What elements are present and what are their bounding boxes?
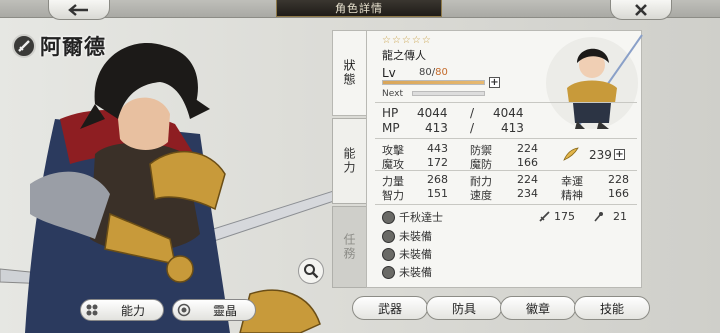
mp-slash: / bbox=[470, 121, 475, 135]
level-bar-fill bbox=[383, 81, 484, 84]
tab-ability-label: 能力 bbox=[342, 147, 356, 175]
stat-value: 166 bbox=[517, 156, 538, 169]
level-bar bbox=[382, 80, 485, 85]
skill-icon bbox=[382, 265, 395, 279]
hp-slash: / bbox=[470, 106, 475, 120]
feather-plus-button[interactable]: + bbox=[614, 149, 625, 160]
hp-row: HP 4044 / 4044 bbox=[382, 106, 542, 120]
ability-button[interactable]: 能力 bbox=[80, 299, 164, 321]
tab-ability[interactable]: 能力 bbox=[332, 118, 366, 204]
equip-slot-weapon[interactable]: 千秋達士 bbox=[382, 209, 443, 225]
page-title: 角色詳情 bbox=[276, 0, 442, 17]
tab-quest-label: 任務 bbox=[342, 233, 356, 261]
level-up-button[interactable]: + bbox=[489, 77, 500, 88]
weapon-button[interactable]: 武器 bbox=[352, 296, 428, 320]
level-value: 80/80 bbox=[419, 67, 448, 78]
chibi-sprite bbox=[546, 34, 643, 129]
arrow-left-icon bbox=[68, 3, 88, 16]
ability-icon bbox=[81, 299, 103, 321]
mp-row: MP 413 / 413 bbox=[382, 121, 542, 135]
back-button[interactable] bbox=[48, 0, 110, 20]
equip-name: 千秋達士 bbox=[399, 211, 443, 224]
equip-name: 未裝備 bbox=[399, 230, 432, 243]
hp-label: HP bbox=[382, 106, 399, 120]
next-label: Next bbox=[382, 89, 403, 99]
stat-value: 172 bbox=[427, 156, 448, 169]
stat-label: 智力 bbox=[382, 189, 404, 202]
stat-value: 443 bbox=[427, 142, 448, 155]
divider bbox=[375, 204, 637, 205]
stat-value: 166 bbox=[608, 187, 629, 200]
stat-label: 精神 bbox=[561, 189, 583, 202]
ability-button-label: 能力 bbox=[120, 303, 145, 318]
stat-value: 228 bbox=[608, 173, 629, 186]
stat-value: 224 bbox=[517, 142, 538, 155]
spirit-crystal-icon bbox=[173, 299, 195, 321]
spirit-button-label: 靈晶 bbox=[212, 303, 237, 318]
badge-button[interactable]: 徽章 bbox=[500, 296, 576, 320]
feather-icon bbox=[563, 147, 579, 161]
stat-value: 224 bbox=[517, 173, 538, 186]
equip-name: 未裝備 bbox=[399, 248, 432, 261]
hp-max: 4044 bbox=[493, 106, 524, 120]
sword-icon bbox=[382, 210, 395, 224]
tab-status[interactable]: 狀態 bbox=[332, 30, 366, 116]
character-artwork bbox=[0, 43, 340, 333]
level-label: Lv bbox=[382, 66, 396, 80]
mp-label: MP bbox=[382, 121, 400, 135]
stat-value: 151 bbox=[427, 187, 448, 200]
stat-value: 234 bbox=[517, 187, 538, 200]
stat-label: 速度 bbox=[470, 189, 492, 202]
next-exp-bar bbox=[412, 91, 485, 96]
hp-current: 4044 bbox=[417, 106, 448, 120]
stat-value: 268 bbox=[427, 173, 448, 186]
mp-current: 413 bbox=[425, 121, 448, 135]
feather-value: 239 bbox=[589, 148, 612, 162]
badge-icon bbox=[382, 247, 395, 261]
magnifier-icon bbox=[304, 264, 319, 279]
zoom-button[interactable] bbox=[298, 258, 324, 284]
sword-class-icon bbox=[12, 34, 36, 58]
divider bbox=[375, 138, 637, 139]
rarity-stars: ☆☆☆☆☆ bbox=[382, 35, 432, 46]
armor-button[interactable]: 防具 bbox=[426, 296, 502, 320]
magic-staff-icon bbox=[594, 212, 603, 222]
spirit-button[interactable]: 靈晶 bbox=[172, 299, 256, 321]
equip-slot-armor[interactable]: 未裝備 bbox=[382, 228, 432, 244]
equip-name: 未裝備 bbox=[399, 266, 432, 279]
character-name-text: 阿爾德 bbox=[40, 34, 106, 59]
skill-button[interactable]: 技能 bbox=[574, 296, 650, 320]
divider bbox=[375, 102, 637, 103]
divider bbox=[375, 170, 637, 171]
level-max: 80 bbox=[435, 67, 448, 78]
equip-slot-skill[interactable]: 未裝備 bbox=[382, 264, 432, 280]
badge-button-label: 徽章 bbox=[525, 301, 550, 316]
attack-sword-icon bbox=[539, 211, 550, 222]
weapon-attack-value: 175 bbox=[554, 210, 575, 223]
skill-button-label: 技能 bbox=[599, 301, 624, 316]
close-button[interactable] bbox=[610, 0, 672, 20]
weapon-button-label: 武器 bbox=[377, 301, 402, 316]
equip-slot-badge[interactable]: 未裝備 bbox=[382, 246, 432, 262]
armor-button-label: 防具 bbox=[451, 301, 476, 316]
close-icon bbox=[635, 3, 647, 16]
character-title: 龍之傳人 bbox=[382, 49, 426, 62]
status-panel: ☆☆☆☆☆ 龍之傳人 Lv 80/80 + Next HP 4044 / 404… bbox=[366, 30, 643, 288]
tab-quest[interactable]: 任務 bbox=[332, 206, 366, 288]
mp-max: 413 bbox=[501, 121, 524, 135]
weapon-extra-value: 21 bbox=[613, 210, 627, 223]
character-name: 阿爾德 bbox=[12, 31, 106, 61]
tab-status-label: 狀態 bbox=[342, 59, 356, 87]
armor-icon bbox=[382, 229, 395, 243]
level-current: 80 bbox=[419, 67, 432, 78]
